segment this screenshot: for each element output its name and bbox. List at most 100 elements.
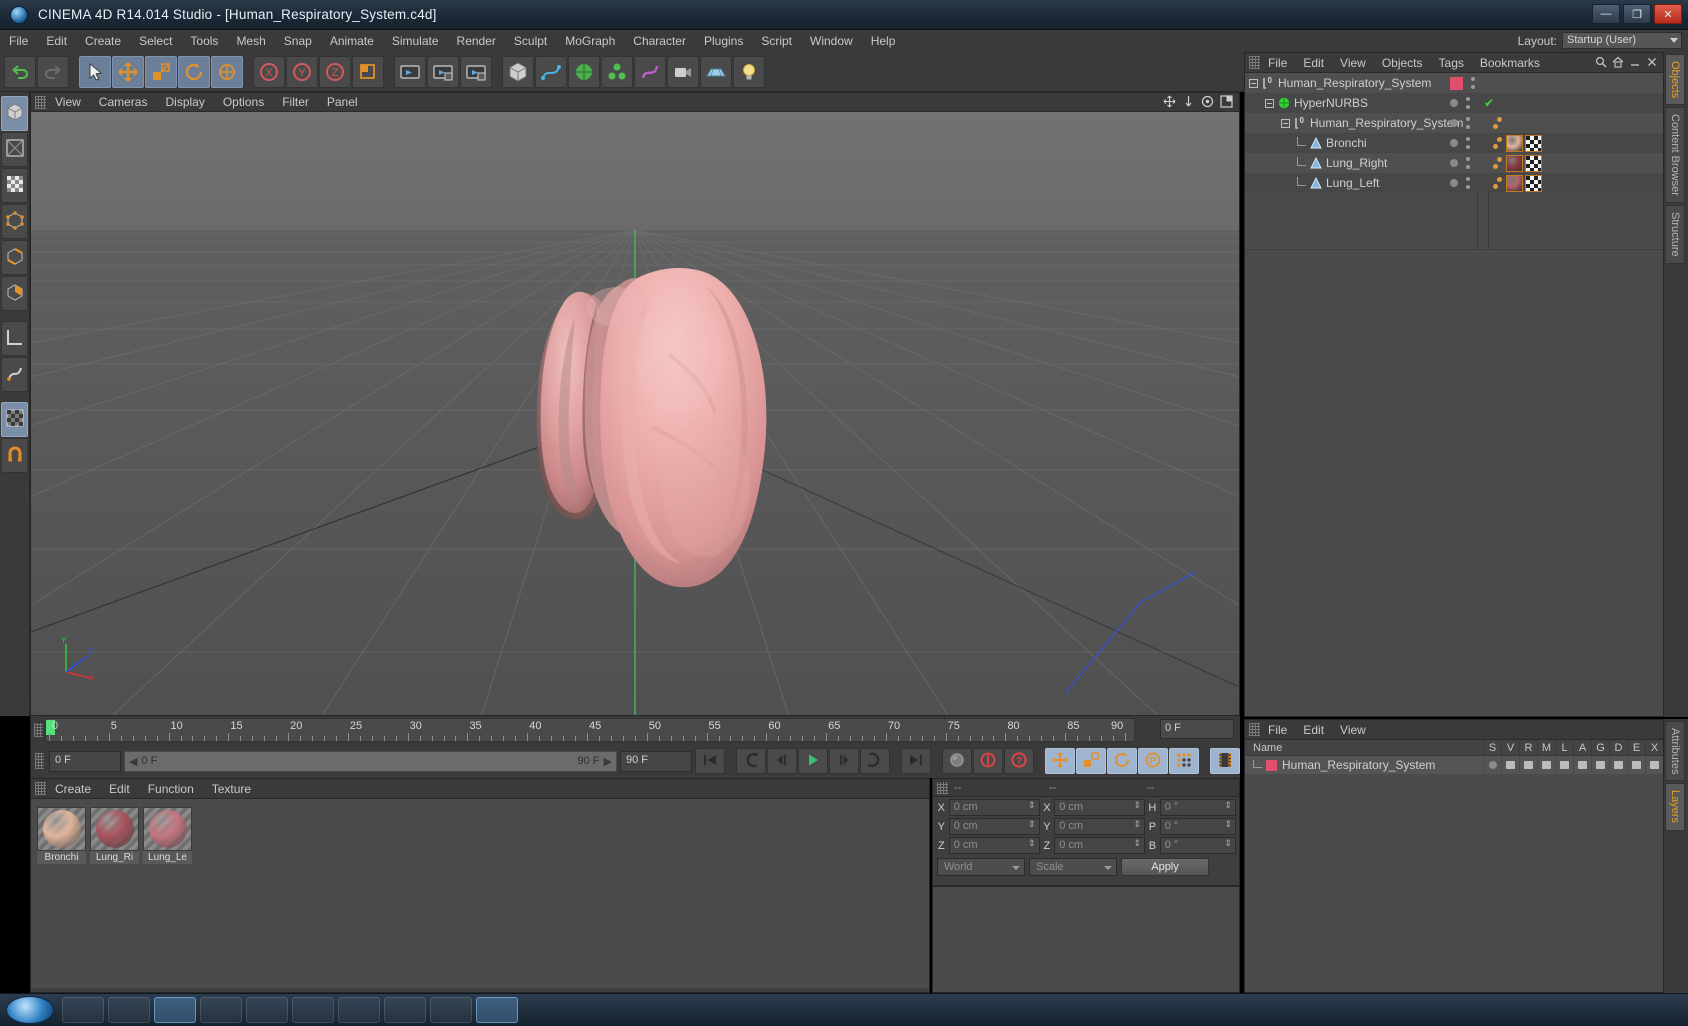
viewport-menu-view[interactable]: View [46,93,90,112]
coord-rot-input[interactable]: 0 ° ⇕ [1159,837,1237,854]
tool-enable-axis[interactable] [1,357,28,392]
coord-pos-input[interactable]: 0 cm ⇕ [948,799,1040,816]
position-key-button[interactable] [1045,748,1075,774]
visibility-dot[interactable] [1450,139,1458,147]
coord-pos-spinner[interactable]: ⇕ [1028,839,1036,848]
coordinates-grip-icon[interactable] [937,781,948,794]
menu-item-file[interactable]: File [0,30,37,52]
timeline-toggle-button[interactable] [1210,748,1240,774]
layer-color-swatch[interactable] [1266,759,1277,771]
render-visibility-dot[interactable] [1466,125,1470,129]
menu-item-simulate[interactable]: Simulate [383,30,448,52]
material-menu-edit[interactable]: Edit [100,779,139,799]
editor-visibility-dot[interactable] [1466,157,1470,161]
editor-visibility-dot[interactable] [1471,77,1475,81]
close-button[interactable]: ✕ [1654,4,1682,24]
play-reverse-button[interactable] [736,748,766,774]
end-frame-input[interactable]: 90 F [620,750,692,772]
uvw-tag-icon[interactable] [1525,154,1542,172]
object-menu-view[interactable]: View [1332,53,1374,73]
coord-rot-spinner[interactable]: ⇕ [1224,839,1232,848]
editor-visibility-dot[interactable] [1466,97,1470,101]
coord-size-input[interactable]: 0 cm ⇕ [1054,837,1146,854]
layer-row[interactable]: Human_Respiratory_System [1245,756,1663,774]
right-vertical-tabs-top[interactable]: Objects Content Browser Structure [1664,52,1688,717]
world-object-coord-button[interactable] [352,55,384,88]
layer-cell-expressions[interactable] [1627,757,1645,773]
task-5[interactable] [246,997,288,1023]
layer-column-s[interactable]: S [1483,739,1501,756]
timeline-ruler-panel[interactable]: 0 5 10 15 20 25 30 35 40 45 50 55 60 65 70 75 80 85 90 0 F [30,716,1240,744]
menu-item-script[interactable]: Script [752,30,801,52]
task-10[interactable] [476,997,518,1023]
layer-cell-visible[interactable] [1501,757,1519,773]
material-preview[interactable] [143,807,192,851]
tool-edges-mode[interactable] [1,240,28,275]
lung-model-3d[interactable] [501,247,801,627]
coord-size-spinner[interactable]: ⇕ [1134,820,1142,829]
object-visibility-dots[interactable] [1450,73,1475,93]
object-manager-panel[interactable]: File Edit View Objects Tags Bookmarks 0 Human_… [1244,52,1664,717]
viewport-menu-filter[interactable]: Filter [273,93,318,112]
apply-button[interactable]: Apply [1121,858,1209,876]
play-forward-button[interactable] [798,748,828,774]
layer-cell-xref[interactable] [1645,757,1663,773]
task-7[interactable] [338,997,380,1023]
expand-collapse-icon[interactable] [1265,98,1274,108]
lock-x-axis-button[interactable]: X [253,55,285,88]
coordinate-mode-dropdown[interactable]: Scale [1029,858,1117,876]
transport-grip-icon[interactable] [35,753,44,769]
menu-item-select[interactable]: Select [130,30,181,52]
tool-texture-mode[interactable] [1,168,28,203]
render-region-button[interactable] [427,55,459,88]
layer-menu-file[interactable]: File [1260,720,1295,740]
windows-taskbar[interactable] [0,993,1688,1026]
add-spline-button[interactable] [535,55,567,88]
coord-pos-input[interactable]: 0 cm ⇕ [948,837,1040,854]
object-row[interactable]: Bronchi [1245,133,1663,153]
tool-model-mode[interactable] [1,132,28,167]
material-menu-function[interactable]: Function [139,779,203,799]
material-menu-create[interactable]: Create [46,779,100,799]
editor-render-dots[interactable] [1466,157,1470,169]
object-manager-grip-icon[interactable] [1249,56,1260,69]
redo-button[interactable] [37,55,69,88]
go-to-start-button[interactable] [695,748,725,774]
object-menu-file[interactable]: File [1260,53,1295,73]
layer-cell-locked[interactable] [1555,757,1573,773]
material-swatch[interactable]: Lung_Le [143,807,192,864]
tool-workplane[interactable] [1,321,28,356]
layer-column-v[interactable]: V [1501,739,1519,756]
coord-pos-spinner[interactable]: ⇕ [1028,820,1036,829]
menu-item-create[interactable]: Create [76,30,130,52]
tool-enable-snap[interactable] [1,438,28,473]
layer-cell-solo[interactable] [1483,757,1501,773]
add-camera-button[interactable] [667,55,699,88]
add-nurbs-button[interactable] [568,55,600,88]
editor-render-dots[interactable] [1466,117,1470,129]
material-preview[interactable] [90,807,139,851]
editor-render-dots[interactable] [1466,137,1470,149]
editor-visibility-dot[interactable] [1466,117,1470,121]
undo-button[interactable] [4,55,36,88]
editor-render-dots[interactable] [1466,97,1470,109]
current-frame-input[interactable]: 0 F [49,750,121,772]
coordinates-manager-panel[interactable]: -- -- -- X0 cm ⇕ X 0 cm ⇕ H 0 ° ⇕ Y 0 cm ⇕ Y 0 cm ⇕ P 0… [932,778,1240,886]
menu-item-snap[interactable]: Snap [275,30,321,52]
render-visibility-dot[interactable] [1466,165,1470,169]
tool-polygons-mode[interactable] [1,276,28,311]
layer-cell-animation[interactable] [1573,757,1591,773]
object-visibility-dots[interactable] [1450,113,1470,133]
frame-range-scrubber[interactable]: ◀ 0 F 90 F ▶ [124,750,617,772]
render-visibility-dot[interactable] [1471,85,1475,89]
layer-column-l[interactable]: L [1555,739,1573,756]
render-visibility-dot[interactable] [1466,185,1470,189]
object-menu-bookmarks[interactable]: Bookmarks [1472,53,1548,73]
viewport-grip-icon[interactable] [35,95,46,109]
task-2[interactable] [108,997,150,1023]
right-vertical-tabs-bottom[interactable]: Attributes Layers [1664,719,1688,993]
menu-item-mesh[interactable]: Mesh [227,30,274,52]
viewport-menu-cameras[interactable]: Cameras [90,93,157,112]
step-forward-button[interactable] [829,748,859,774]
record-active-objects-button[interactable] [942,748,972,774]
